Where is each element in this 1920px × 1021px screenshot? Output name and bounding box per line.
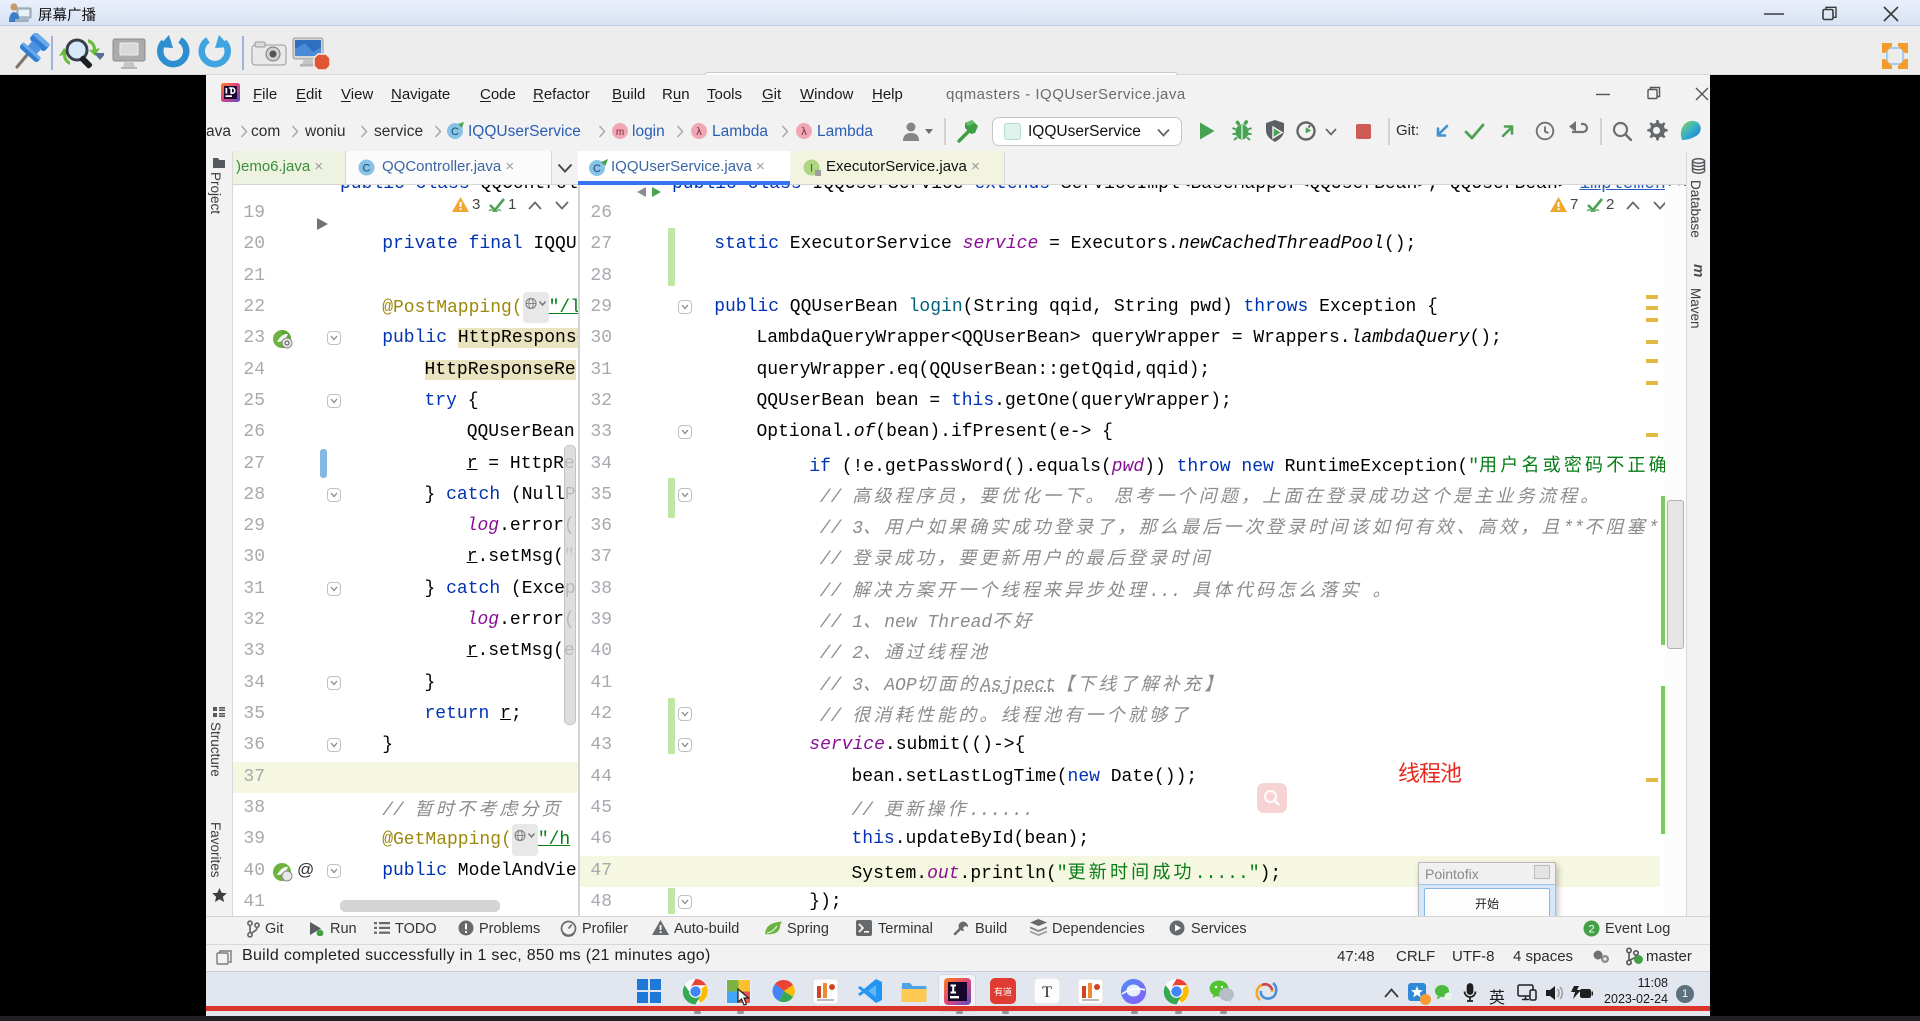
svg-text:有道: 有道 (994, 985, 1012, 998)
svg-text:C: C (363, 163, 371, 175)
svg-text:λ: λ (801, 126, 807, 138)
svg-text:λ: λ (696, 126, 702, 138)
svg-text:C: C (451, 126, 459, 138)
svg-text:I: I (810, 163, 813, 175)
svg-text:C: C (593, 163, 601, 175)
svg-text:m: m (616, 127, 624, 138)
svg-text:2: 2 (1588, 924, 1594, 936)
svg-text:T: T (1042, 984, 1052, 1001)
